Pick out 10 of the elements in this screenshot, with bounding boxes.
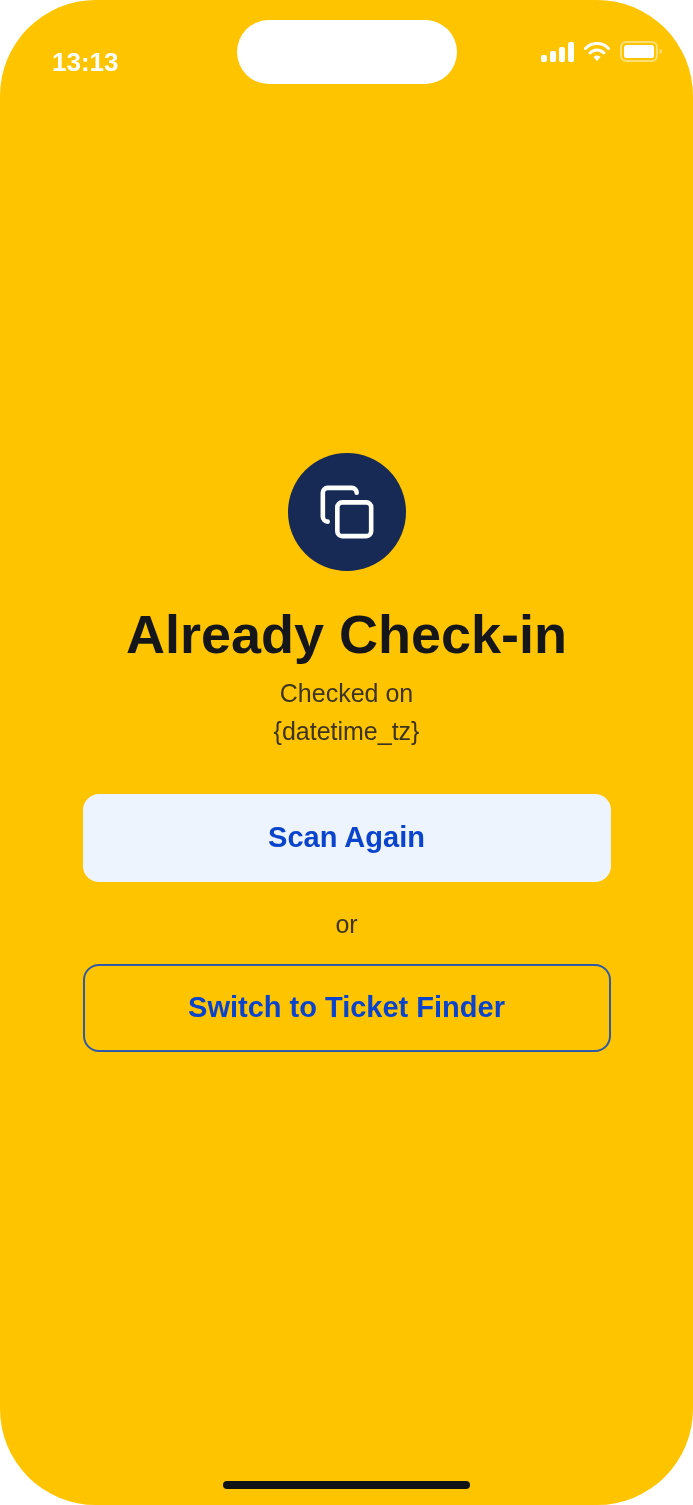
signal-icon	[541, 41, 574, 62]
switch-button[interactable]: Switch to Ticket Finder	[82, 964, 611, 1052]
scan-again-button[interactable]: Scan Again	[82, 794, 611, 882]
checked-label: Checked on	[279, 678, 414, 709]
battery-icon	[620, 41, 662, 62]
page-title: Already Check-in	[125, 604, 568, 664]
checked-datetime: {datetime_tz}	[273, 716, 420, 747]
separator-text: or	[335, 909, 358, 940]
wifi-icon	[584, 41, 610, 62]
status-time: 13:13	[52, 47, 119, 79]
